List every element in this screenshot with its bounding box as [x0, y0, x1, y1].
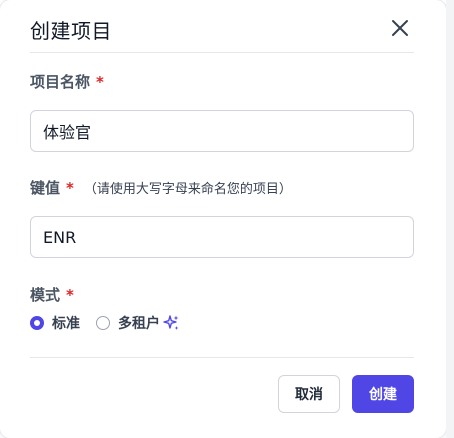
dialog-title: 创建项目 [30, 19, 112, 43]
required-mark: * [66, 286, 74, 304]
key-input[interactable]: ENR [30, 216, 414, 258]
mode-radio-group: 标准 多租户 [30, 313, 196, 333]
key-section: 键值 * （请使用大写字母来命名您的项目） ENR [30, 178, 414, 258]
mode-option-multi-tenant[interactable]: 多租户 [96, 313, 180, 333]
dialog-header: 创建项目 [30, 18, 414, 53]
key-label: 键值 * （请使用大写字母来命名您的项目） [30, 179, 292, 197]
mode-label: 模式 * [30, 286, 74, 304]
footer-divider [30, 357, 414, 358]
mode-section: 模式 * 标准 多租户 [30, 285, 414, 332]
close-button[interactable] [388, 16, 412, 40]
create-project-dialog: 创建项目 项目名称 * 体验官 键值 * （请使用大写字母来命名您的项目） ENR 模… [0, 0, 446, 438]
project-name-section: 项目名称 * 体验官 [30, 72, 414, 152]
close-icon [392, 20, 408, 36]
key-hint: （请使用大写字母来命名您的项目） [83, 182, 292, 197]
sparkle-icon [163, 315, 179, 330]
project-name-input[interactable]: 体验官 [30, 110, 414, 152]
radio-unchecked-icon [96, 316, 110, 330]
project-name-label: 项目名称 * [30, 73, 104, 91]
required-mark: * [66, 179, 74, 197]
key-value: ENR [43, 227, 77, 247]
background-edge [446, 0, 454, 438]
create-button[interactable]: 创建 [352, 375, 414, 413]
mode-option-standard[interactable]: 标准 [30, 313, 80, 333]
cancel-button[interactable]: 取消 [278, 375, 340, 413]
required-mark: * [96, 73, 104, 91]
radio-checked-icon [30, 316, 44, 330]
project-name-value: 体验官 [43, 123, 92, 142]
